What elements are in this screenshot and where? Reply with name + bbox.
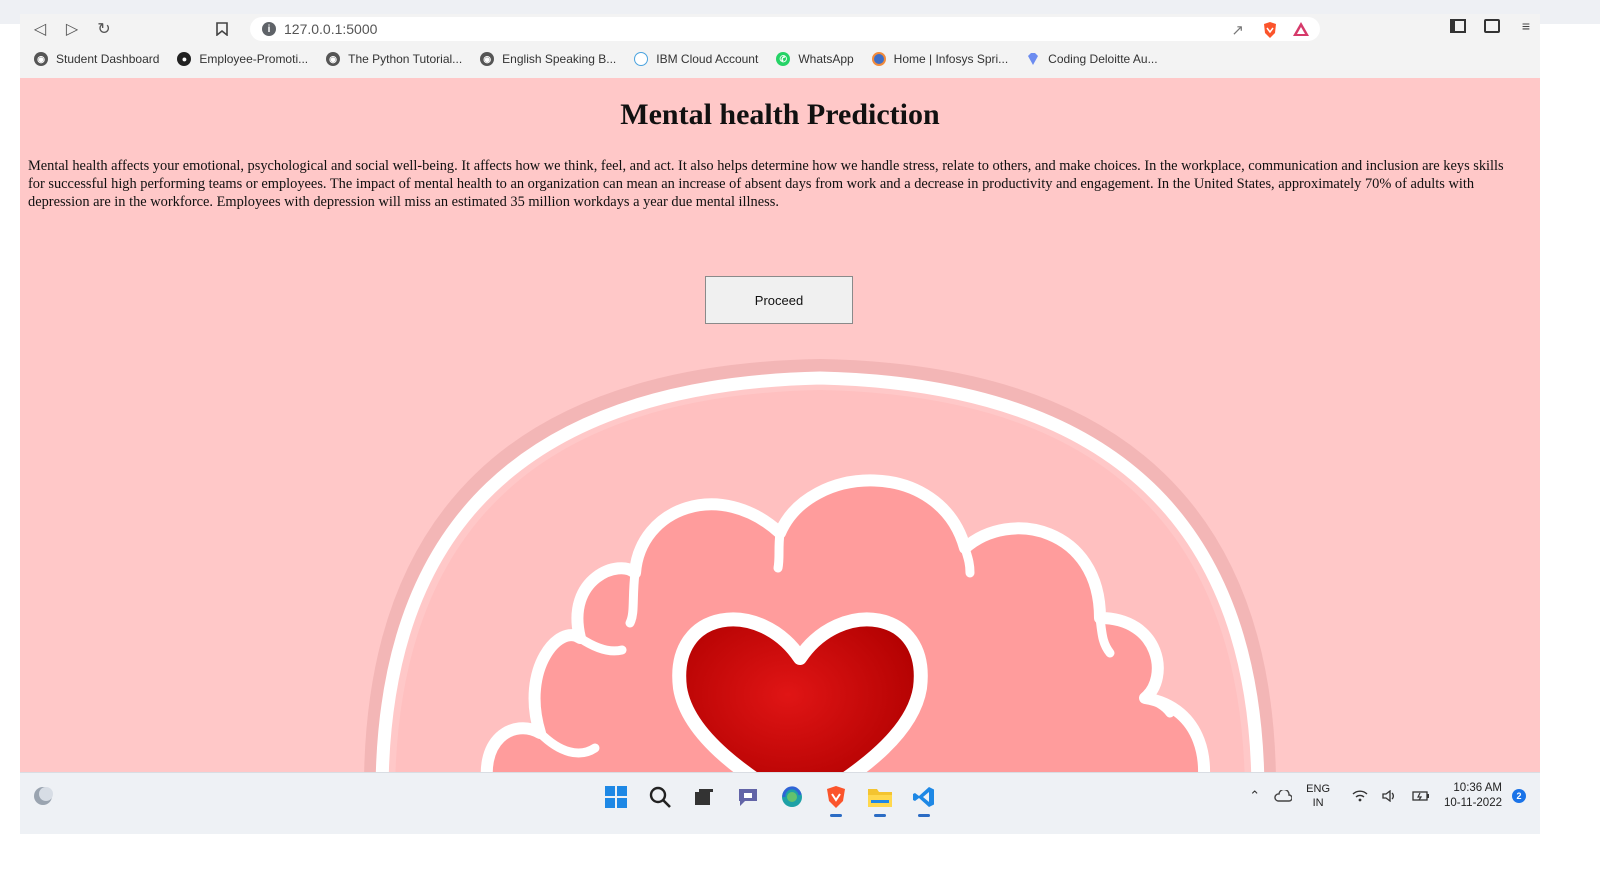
task-view-icon[interactable]: [690, 783, 718, 811]
brave-shield-icon[interactable]: [1262, 21, 1278, 39]
bookmark-label: IBM Cloud Account: [656, 52, 759, 66]
language-region: IN: [1312, 797, 1324, 809]
onedrive-icon[interactable]: [1274, 790, 1293, 802]
edge-icon[interactable]: [778, 783, 806, 811]
wallet-icon[interactable]: [1484, 19, 1500, 33]
chat-icon[interactable]: [734, 783, 762, 811]
page-content: Mental health Prediction Mental health a…: [20, 78, 1540, 786]
site-info-icon[interactable]: i: [262, 22, 276, 36]
volume-icon[interactable]: [1382, 790, 1398, 802]
notification-badge[interactable]: 2: [1512, 789, 1526, 803]
globe-icon: ◉: [480, 52, 495, 66]
bookmark-label: Employee-Promoti...: [199, 52, 309, 66]
start-icon[interactable]: [602, 783, 630, 811]
bookmark-label: Coding Deloitte Au...: [1048, 52, 1158, 66]
share-icon[interactable]: ↗: [1231, 21, 1244, 39]
bookmark-infosys[interactable]: Home | Infosys Spri...: [871, 52, 1009, 66]
vscode-icon[interactable]: [910, 783, 938, 817]
proceed-button[interactable]: Proceed: [705, 276, 853, 324]
bookmark-ibm-cloud[interactable]: IBM Cloud Account: [634, 52, 758, 66]
bookmark-label: WhatsApp: [798, 52, 854, 66]
windows-taskbar: ⌃ ENG IN 10:36 AM 10-11-2022 2: [20, 772, 1540, 834]
menu-icon[interactable]: ≡: [1518, 18, 1534, 34]
bookmark-coding-deloitte[interactable]: Coding Deloitte Au...: [1026, 52, 1158, 66]
bookmark-label: Home | Infosys Spri...: [893, 52, 1009, 66]
sidebar-icon[interactable]: [1450, 19, 1466, 33]
bookmark-label: Student Dashboard: [56, 52, 160, 66]
github-icon: ●: [177, 52, 192, 66]
reload-icon[interactable]: ↻: [92, 17, 116, 41]
bookmark-icon[interactable]: [210, 17, 234, 41]
bookmark-english-speaking[interactable]: ◉ English Speaking B...: [480, 52, 616, 66]
url-text[interactable]: 127.0.0.1:5000: [284, 21, 377, 37]
bookmark-label: The Python Tutorial...: [348, 52, 463, 66]
battery-icon[interactable]: [1412, 790, 1430, 802]
bookmark-employee-promotion[interactable]: ● Employee-Promoti...: [177, 52, 308, 66]
bookmark-label: English Speaking B...: [502, 52, 617, 66]
address-bar[interactable]: i 127.0.0.1:5000 ↗: [250, 17, 1320, 41]
file-explorer-icon[interactable]: [866, 783, 894, 817]
forward-icon[interactable]: ▷: [60, 17, 84, 41]
clock[interactable]: 10:36 AM 10-11-2022: [1444, 781, 1502, 811]
weather-widget-icon[interactable]: [32, 785, 54, 807]
page-title: Mental health Prediction: [620, 98, 940, 131]
globe-icon: ◉: [326, 52, 341, 66]
page-description: Mental health affects your emotional, ps…: [28, 158, 1504, 210]
right-tools: ≡: [1450, 18, 1534, 34]
system-tray: ⌃ ENG IN 10:36 AM 10-11-2022 2: [1249, 779, 1540, 813]
chevron-up-icon[interactable]: ⌃: [1249, 788, 1260, 804]
search-icon[interactable]: [646, 783, 674, 811]
bookmark-student-dashboard[interactable]: ◉ Student Dashboard: [34, 52, 159, 66]
screen: ◁ ▷ ↻ i 127.0.0.1:5000 ↗ ≡ ◉ Student Das…: [20, 14, 1540, 834]
infosys-icon: [871, 52, 886, 66]
clock-date: 10-11-2022: [1444, 797, 1502, 809]
language-indicator[interactable]: ENG IN: [1306, 782, 1330, 810]
bookmarks-bar: ◉ Student Dashboard ● Employee-Promoti..…: [20, 48, 1540, 70]
brave-rewards-icon[interactable]: [1292, 21, 1310, 37]
globe-icon: ◉: [34, 52, 48, 66]
brave-browser-icon[interactable]: [822, 783, 850, 817]
clock-time: 10:36 AM: [1453, 782, 1502, 794]
whatsapp-icon: ✆: [776, 52, 791, 66]
bookmark-python-tutorial[interactable]: ◉ The Python Tutorial...: [326, 52, 462, 66]
back-icon[interactable]: ◁: [28, 17, 52, 41]
taskbar-apps: [602, 783, 938, 817]
cloud-icon: [634, 52, 649, 66]
bookmark-whatsapp[interactable]: ✆ WhatsApp: [776, 52, 854, 66]
diamond-icon: [1026, 52, 1040, 66]
browser-toolbar: ◁ ▷ ↻ i 127.0.0.1:5000 ↗ ≡: [20, 14, 1540, 44]
wifi-icon[interactable]: [1352, 790, 1368, 802]
language-code: ENG: [1306, 783, 1331, 795]
